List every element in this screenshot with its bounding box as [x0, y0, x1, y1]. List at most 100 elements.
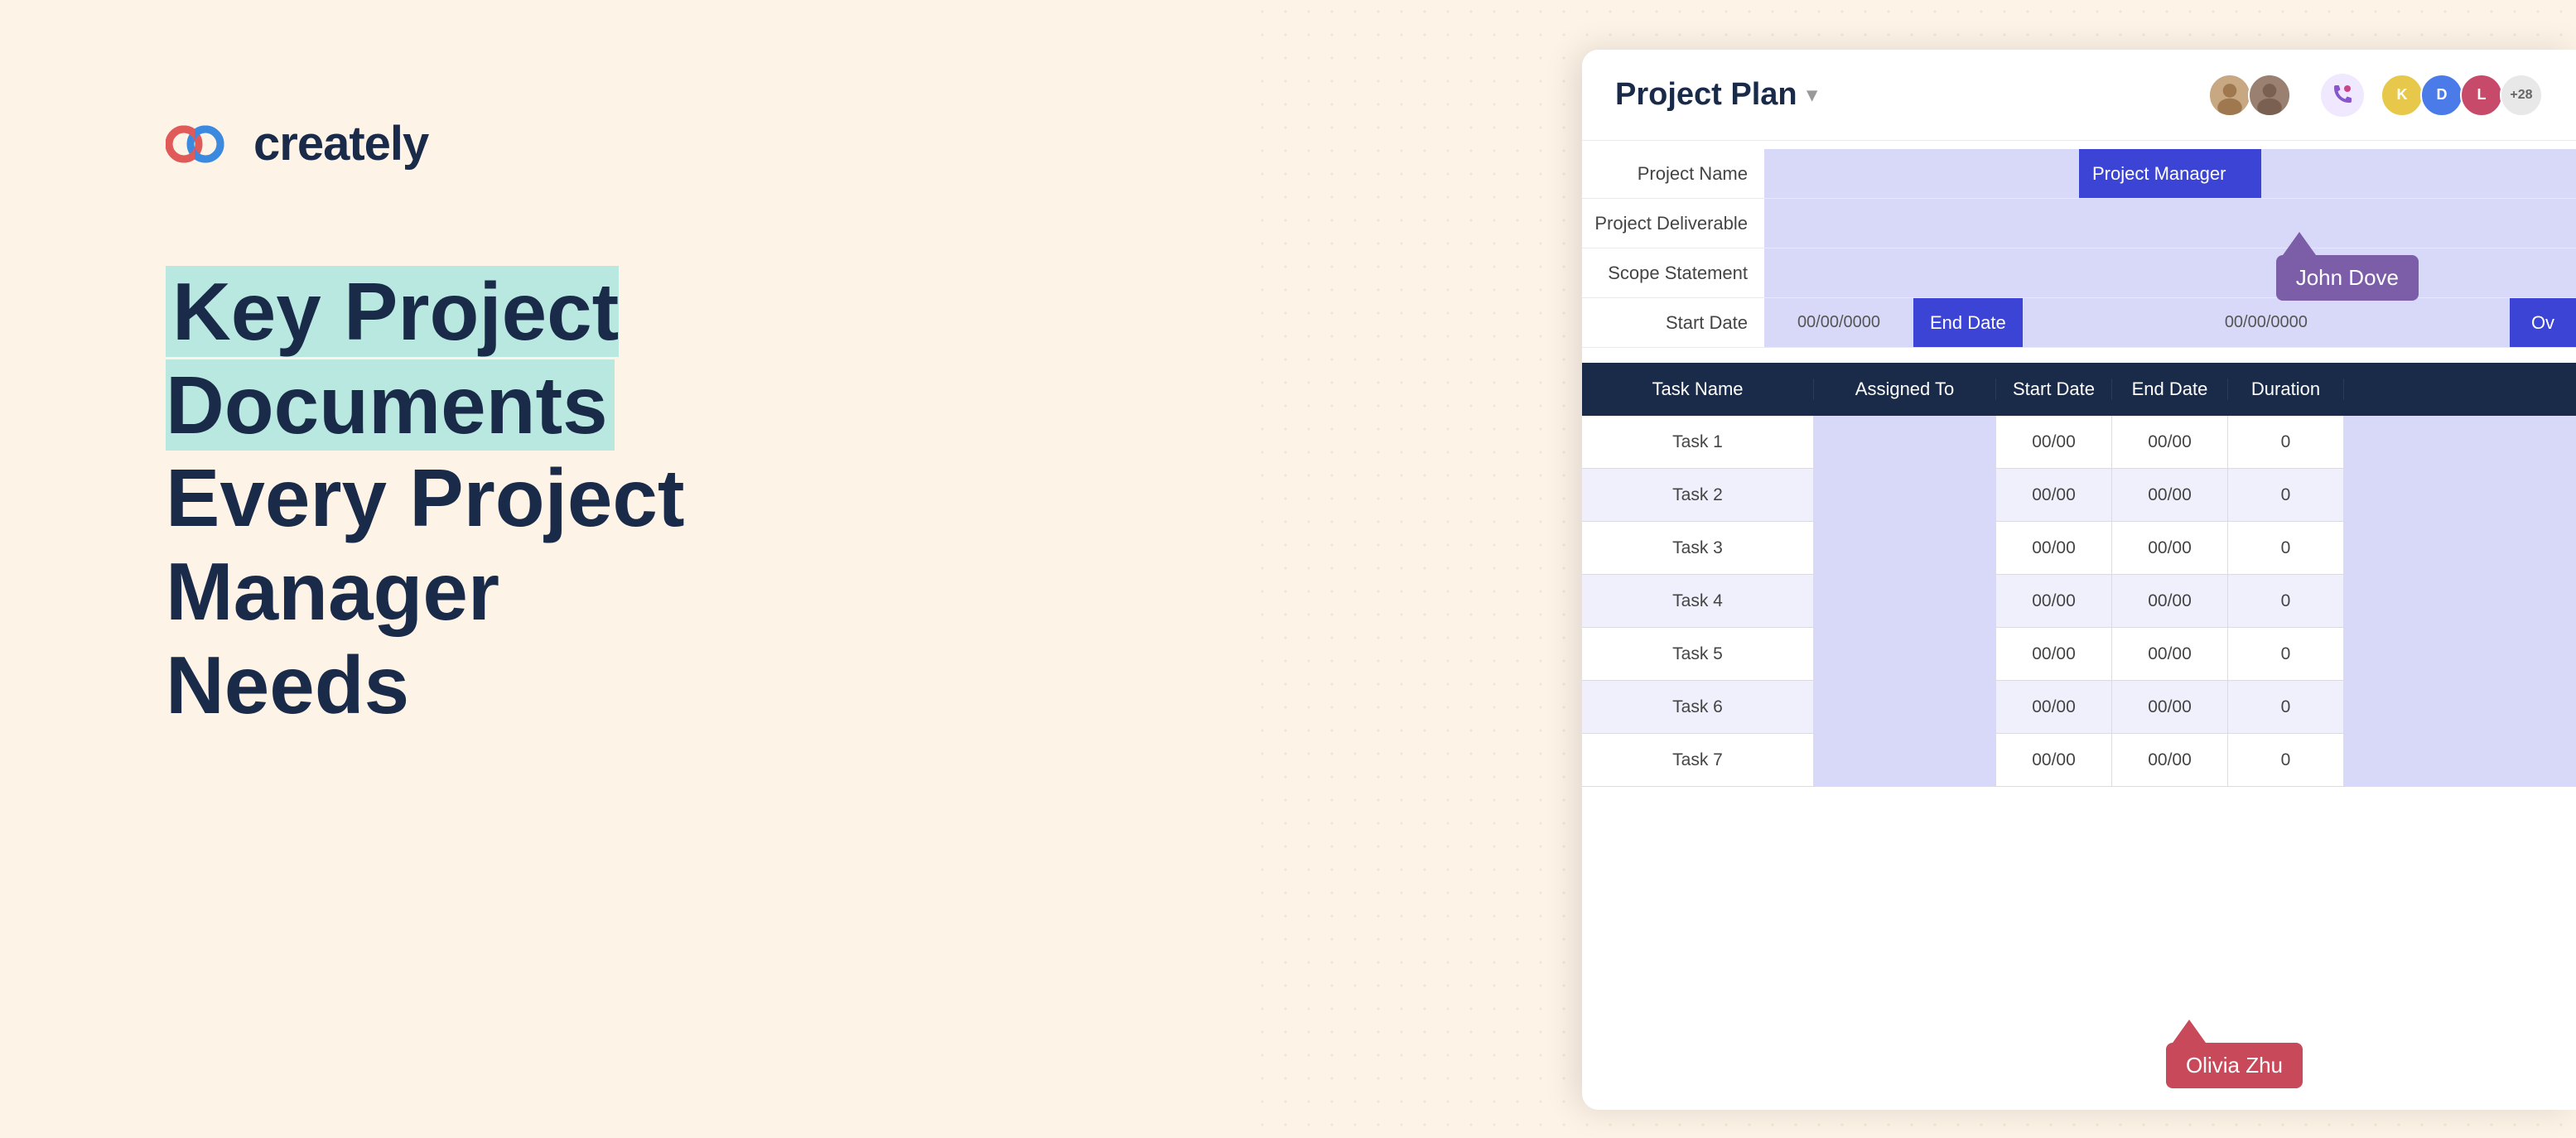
avatar-k[interactable]: K	[2381, 74, 2424, 117]
td-task-name: Task 7	[1582, 734, 1814, 786]
avatar-l-initial: L	[2477, 86, 2487, 104]
project-manager-value[interactable]	[2261, 149, 2576, 198]
td-end-date: 00/00	[2112, 416, 2228, 468]
avatar-d-initial: D	[2437, 86, 2448, 104]
table-row[interactable]: Task 3 00/00 00/00 0	[1582, 522, 2576, 575]
avatar-d[interactable]: D	[2420, 74, 2463, 117]
td-start-date: 00/00	[1996, 469, 2112, 521]
td-assigned-to	[1814, 681, 1996, 733]
td-extra	[2344, 469, 2576, 521]
start-date-value[interactable]: 00/00/0000	[1764, 298, 1913, 347]
phone-icon[interactable]	[2321, 74, 2364, 117]
td-duration: 0	[2228, 628, 2344, 680]
td-start-date: 00/00	[1996, 734, 2112, 786]
td-duration: 0	[2228, 416, 2344, 468]
headline-line3: Needs	[166, 639, 409, 731]
project-deliverable-row: Project Deliverable	[1582, 199, 2576, 248]
dropdown-chevron-icon[interactable]: ▾	[1807, 83, 1817, 107]
app-panel: Project Plan ▾	[1582, 50, 2576, 1110]
th-assigned-to: Assigned To	[1814, 379, 1996, 400]
td-start-date: 00/00	[1996, 628, 2112, 680]
td-end-date: 00/00	[2112, 628, 2228, 680]
avatar-k-initial: K	[2397, 86, 2408, 104]
td-extra	[2344, 575, 2576, 627]
td-assigned-to	[1814, 469, 1996, 521]
scope-statement-label: Scope Statement	[1582, 248, 1764, 297]
td-assigned-to	[1814, 734, 1996, 786]
td-assigned-to	[1814, 575, 1996, 627]
headline-line1: Key Project Documents	[166, 266, 619, 451]
dates-row: Start Date 00/00/0000 End Date 00/00/000…	[1582, 298, 2576, 348]
table-row[interactable]: Task 6 00/00 00/00 0	[1582, 681, 2576, 734]
logo-svg-icon	[166, 121, 240, 166]
td-start-date: 00/00	[1996, 416, 2112, 468]
td-end-date: 00/00	[2112, 469, 2228, 521]
td-task-name: Task 4	[1582, 575, 1814, 627]
avatar-extra-count: +28	[2510, 88, 2532, 103]
td-duration: 0	[2228, 575, 2344, 627]
start-date-label: Start Date	[1582, 298, 1764, 347]
avatar-user1-image-icon	[2210, 74, 2250, 117]
td-assigned-to	[1814, 628, 1996, 680]
avatar-l[interactable]: L	[2460, 74, 2503, 117]
project-deliverable-value[interactable]	[1764, 199, 2576, 248]
td-task-name: Task 5	[1582, 628, 1814, 680]
app-header: Project Plan ▾	[1582, 50, 2576, 141]
end-date-label: End Date	[1913, 298, 2023, 347]
task-table: Task Name Assigned To Start Date End Dat…	[1582, 363, 2576, 787]
avatar-user2-image-icon	[2250, 74, 2289, 117]
app-content: Project Name Project Manager Project Del…	[1582, 141, 2576, 787]
td-extra	[2344, 681, 2576, 733]
td-end-date: 00/00	[2112, 734, 2228, 786]
td-extra	[2344, 522, 2576, 574]
td-start-date: 00/00	[1996, 522, 2112, 574]
logo-text: creately	[253, 116, 428, 171]
td-task-name: Task 6	[1582, 681, 1814, 733]
td-start-date: 00/00	[1996, 575, 2112, 627]
scope-statement-row: Scope Statement	[1582, 248, 2576, 298]
td-task-name: Task 1	[1582, 416, 1814, 468]
table-row[interactable]: Task 4 00/00 00/00 0	[1582, 575, 2576, 628]
headline-area: Key Project Documents Every Project Mana…	[166, 265, 870, 731]
td-assigned-to	[1814, 416, 1996, 468]
avatar-group-photos	[2208, 74, 2291, 117]
project-name-label: Project Name	[1582, 149, 1764, 198]
project-name-row: Project Name Project Manager	[1582, 149, 2576, 199]
avatar-group-initials: K D L +28	[2381, 74, 2543, 117]
project-deliverable-label: Project Deliverable	[1582, 199, 1764, 248]
td-duration: 0	[2228, 522, 2344, 574]
td-extra	[2344, 628, 2576, 680]
headline-text: Key Project Documents Every Project Mana…	[166, 265, 870, 731]
logo-rings-icon	[166, 121, 240, 166]
phone-svg-icon	[2331, 84, 2354, 107]
td-duration: 0	[2228, 734, 2344, 786]
avatar-extra[interactable]: +28	[2500, 74, 2543, 117]
table-body: Task 1 00/00 00/00 0 Task 2 00/00 00/00 …	[1582, 416, 2576, 787]
project-manager-label: Project Manager	[2079, 149, 2261, 198]
table-header: Task Name Assigned To Start Date End Dat…	[1582, 363, 2576, 416]
over-label: Ov	[2510, 298, 2576, 347]
table-row[interactable]: Task 2 00/00 00/00 0	[1582, 469, 2576, 522]
td-assigned-to	[1814, 522, 1996, 574]
th-end-date: End Date	[2112, 379, 2228, 400]
th-start-date: Start Date	[1996, 379, 2112, 400]
th-task-name: Task Name	[1582, 379, 1814, 400]
end-date-value[interactable]: 00/00/0000	[2023, 298, 2510, 347]
table-row[interactable]: Task 5 00/00 00/00 0	[1582, 628, 2576, 681]
creately-logo: creately	[166, 116, 428, 171]
th-duration: Duration	[2228, 379, 2344, 400]
avatar-user1[interactable]	[2208, 74, 2251, 117]
td-task-name: Task 3	[1582, 522, 1814, 574]
table-row[interactable]: Task 1 00/00 00/00 0	[1582, 416, 2576, 469]
headline-line2: Every Project Manager	[166, 452, 684, 637]
project-title-button[interactable]: Project Plan ▾	[1615, 77, 1817, 113]
td-end-date: 00/00	[2112, 681, 2228, 733]
avatar-user2[interactable]	[2248, 74, 2291, 117]
td-end-date: 00/00	[2112, 522, 2228, 574]
project-title-text: Project Plan	[1615, 77, 1797, 113]
scope-statement-value[interactable]	[1764, 248, 2576, 297]
td-duration: 0	[2228, 469, 2344, 521]
project-name-value[interactable]	[1764, 149, 2079, 198]
td-extra	[2344, 734, 2576, 786]
table-row[interactable]: Task 7 00/00 00/00 0	[1582, 734, 2576, 787]
